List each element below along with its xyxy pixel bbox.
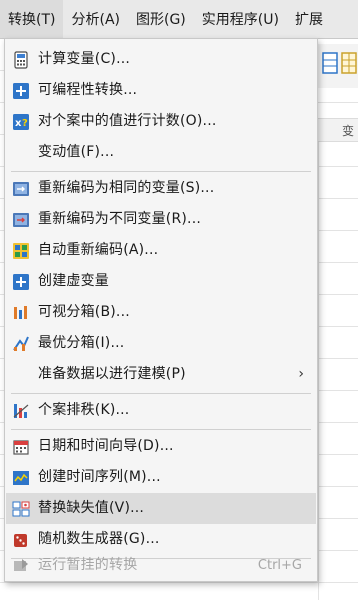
menu-separator [11,429,311,430]
optimal-binning-icon [13,336,29,351]
menu-item-rank-cases[interactable]: 个案排秩(K)... [6,395,316,426]
transform-dropdown-menu: 计算变量(C)... 可编程性转换... x ? 对个案中的值进行计数(O)..… [4,38,318,582]
menu-utilities[interactable]: 实用程序(U) [194,0,287,38]
plus-icon [13,274,29,290]
recode-different-icon [13,213,29,227]
menu-graphs[interactable]: 图形(G) [128,0,194,38]
menu-separator [11,171,311,172]
rank-cases-icon [13,404,29,418]
menu-item-label: 对个案中的值进行计数(O)... [38,113,217,129]
time-series-icon [13,471,29,485]
menu-item-label: 个案排秩(K)... [38,402,130,418]
menu-item-label: 计算变量(C)... [38,51,131,67]
menu-item-label: 运行暂挂的转换 [38,557,138,573]
calendar-icon [13,440,29,455]
plus-icon [13,83,29,99]
grid-table-icon[interactable] [341,50,357,76]
replace-missing-icon [12,501,30,517]
menu-item-count-values[interactable]: x ? 对个案中的值进行计数(O)... [6,106,316,137]
submenu-arrow-icon: › [298,366,304,382]
menu-item-create-time-series[interactable]: 创建时间序列(M)... [6,462,316,493]
column-header[interactable]: 变 [318,118,358,142]
menu-item-label: 变动值(F)... [38,144,115,160]
menu-item-date-time-wizard[interactable]: 日期和时间向导(D)... [6,431,316,462]
menu-item-label: 日期和时间向导(D)... [38,438,174,454]
dice-icon [14,534,27,547]
menu-item-create-dummy-variables[interactable]: 创建虚变量 [6,266,316,297]
svg-text:x: x [15,118,22,129]
run-pending-icon [14,559,28,571]
menu-item-label: 重新编码为相同的变量(S)... [38,180,215,196]
menu-item-label: 创建虚变量 [38,273,109,289]
menu-item-recode-same[interactable]: 重新编码为相同的变量(S)... [6,173,316,204]
menu-item-label: 创建时间序列(M)... [38,469,161,485]
calculator-icon [14,51,28,69]
recode-same-icon [13,182,29,196]
menu-analyze[interactable]: 分析(A) [63,0,128,38]
visual-binning-icon [14,306,27,319]
table-icon[interactable] [322,50,338,76]
menu-item-visual-binning[interactable]: 可视分箱(B)... [6,297,316,328]
menu-item-label: 重新编码为不同变量(R)... [38,211,202,227]
menu-item-recode-different[interactable]: 重新编码为不同变量(R)... [6,204,316,235]
menu-bar: 转换(T) 分析(A) 图形(G) 实用程序(U) 扩展 [0,0,358,39]
menu-item-optimal-binning[interactable]: 最优分箱(I)... [6,328,316,359]
menu-item-compute-variable[interactable]: 计算变量(C)... [6,44,316,75]
menu-item-automatic-recode[interactable]: 自动重新编码(A)... [6,235,316,266]
menu-item-label: 自动重新编码(A)... [38,242,159,258]
menu-item-shift-values[interactable]: 变动值(F)... [6,137,316,168]
auto-recode-icon [13,243,29,259]
menu-item-label: 可视分箱(B)... [38,304,130,320]
menu-item-replace-missing-values[interactable]: 替换缺失值(V)... [6,493,316,524]
shortcut-label: Ctrl+G [257,558,302,573]
count-icon: x ? [13,114,29,130]
menu-separator [11,393,311,394]
menu-item-run-pending-transforms: 运行暂挂的转换 Ctrl+G [6,550,316,581]
menu-item-programmability-transformation[interactable]: 可编程性转换... [6,75,316,106]
menu-item-label: 准备数据以进行建模(P) [38,366,186,382]
grid-divider [318,142,319,600]
menu-transform[interactable]: 转换(T) [0,0,64,38]
menu-extensions[interactable]: 扩展 [287,0,331,38]
menu-item-label: 可编程性转换... [38,82,138,98]
menu-item-label: 替换缺失值(V)... [38,500,145,516]
menu-item-prepare-data-for-modeling[interactable]: 准备数据以进行建模(P) › [6,359,316,390]
menu-item-label: 最优分箱(I)... [38,335,125,351]
svg-text:?: ? [22,118,28,129]
